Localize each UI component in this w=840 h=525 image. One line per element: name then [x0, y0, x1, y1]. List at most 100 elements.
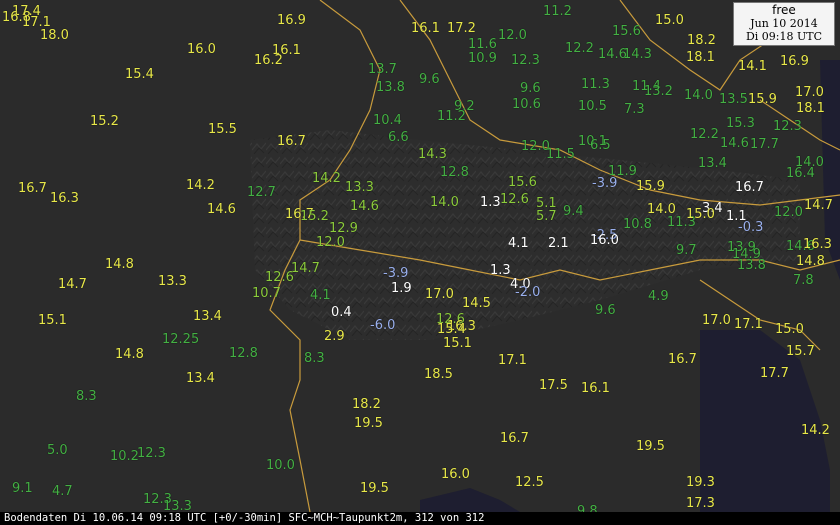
station-value: 16.7	[277, 134, 306, 149]
station-value: 10.4	[373, 113, 402, 128]
station-value: 0.4	[331, 305, 352, 320]
station-value: 1.3	[480, 195, 501, 210]
station-value: 9.6	[520, 81, 541, 96]
station-value: 16.9	[780, 54, 809, 69]
station-value: 10.2	[110, 449, 139, 464]
station-value: 12.6	[500, 192, 529, 207]
station-value: 10.8	[623, 217, 652, 232]
station-value: 17.1	[734, 317, 763, 332]
station-value: 16.0	[187, 42, 216, 57]
station-value: 15.9	[748, 92, 777, 107]
station-value: 14.0	[795, 155, 824, 170]
station-value: 12.3	[137, 446, 166, 461]
station-value: 9.2	[454, 99, 475, 114]
station-value: 16.7	[18, 181, 47, 196]
station-value: 12.7	[247, 185, 276, 200]
station-value: 2.9	[324, 329, 345, 344]
station-value: 12.5	[515, 475, 544, 490]
station-value: 7.3	[624, 102, 645, 117]
station-value: -0.3	[738, 220, 764, 235]
station-value: 11.5	[546, 147, 575, 162]
station-value: 12.25	[162, 332, 200, 347]
station-value: 18.5	[424, 367, 453, 382]
station-value: 10.5	[578, 99, 607, 114]
station-value: 13.4	[193, 309, 222, 324]
station-value: 15.0	[775, 322, 804, 337]
station-value: 14.7	[804, 198, 833, 213]
station-value: 12.3	[511, 53, 540, 68]
station-value: 17.0	[425, 287, 454, 302]
station-value: 8.3	[76, 389, 97, 404]
station-value: 15.6	[508, 175, 537, 190]
station-value: 19.5	[354, 416, 383, 431]
station-value: 4.1	[508, 236, 529, 251]
station-value: 13.8	[376, 80, 405, 95]
station-value: 15.4	[125, 67, 154, 82]
station-value: -2.0	[515, 285, 541, 300]
station-value: -3.9	[383, 266, 409, 281]
station-value: 10.6	[512, 97, 541, 112]
station-value: 16.1	[411, 21, 440, 36]
station-value: 11.3	[581, 77, 610, 92]
station-value: 14.2	[312, 171, 341, 186]
station-value: 6.5	[590, 138, 611, 153]
station-value: 8.3	[304, 351, 325, 366]
station-value: 15.2	[300, 209, 329, 224]
station-value: 13.8	[737, 258, 766, 273]
station-value: 15.4	[437, 322, 466, 337]
station-value: 19.5	[360, 481, 389, 496]
station-value: 19.5	[636, 439, 665, 454]
station-value: 16.3	[50, 191, 79, 206]
station-value: 10.0	[266, 458, 295, 473]
station-value: 14.0	[684, 88, 713, 103]
station-value: 14.2	[801, 423, 830, 438]
station-value: 5.0	[47, 443, 68, 458]
station-value: 12.9	[329, 221, 358, 236]
station-value: 13.4	[186, 371, 215, 386]
station-value: 15.9	[636, 179, 665, 194]
time-label: Di 09:18 UTC	[745, 30, 823, 43]
station-value: 15.1	[443, 336, 472, 351]
station-value: 14.5	[462, 296, 491, 311]
station-value: 18.0	[40, 28, 69, 43]
station-value: 18.2	[352, 397, 381, 412]
station-value: 17.0	[702, 313, 731, 328]
station-value: 14.1	[738, 59, 767, 74]
station-value: 4.7	[52, 484, 73, 499]
station-value: 16.7	[500, 431, 529, 446]
station-value: 9.6	[595, 303, 616, 318]
station-value: 12.0	[774, 205, 803, 220]
station-value: 9.6	[419, 72, 440, 87]
station-value: -6.0	[370, 318, 396, 333]
station-value: 9.1	[12, 481, 33, 496]
station-value: 18.2	[687, 33, 716, 48]
station-value: 16.2	[254, 53, 283, 68]
date-label: Jun 10 2014	[750, 17, 818, 30]
station-value: 14.7	[291, 261, 320, 276]
station-value: 12.8	[440, 165, 469, 180]
station-value: 1.3	[490, 263, 511, 278]
station-value: 12.2	[565, 41, 594, 56]
station-value: 14.8	[796, 254, 825, 269]
station-value: 13.3	[158, 274, 187, 289]
station-value: 15.5	[208, 122, 237, 137]
station-value: 16.3	[803, 237, 832, 252]
station-value: 1.9	[391, 281, 412, 296]
station-value: 14.3	[623, 47, 652, 62]
station-value: 14.8	[105, 257, 134, 272]
station-value: 15.7	[786, 344, 815, 359]
station-value: 18.1	[796, 101, 825, 116]
station-value: 16.7	[668, 352, 697, 367]
station-value: 12.8	[229, 346, 258, 361]
station-value: 15.1	[38, 313, 67, 328]
station-value: 4.9	[648, 289, 669, 304]
station-value: 6.6	[388, 130, 409, 145]
station-value: 4.1	[310, 288, 331, 303]
station-value: 17.7	[750, 137, 779, 152]
station-value: 17.1	[498, 353, 527, 368]
station-value: 14.3	[418, 147, 447, 162]
station-value: 9.7	[676, 243, 697, 258]
weather-map: 17.4 16.8 17.1 18.0 16.9 16.0 16.1 16.2 15.4 15.2…	[0, 0, 840, 525]
station-value: 5.7	[536, 209, 557, 224]
station-value: 17.2	[447, 21, 476, 36]
